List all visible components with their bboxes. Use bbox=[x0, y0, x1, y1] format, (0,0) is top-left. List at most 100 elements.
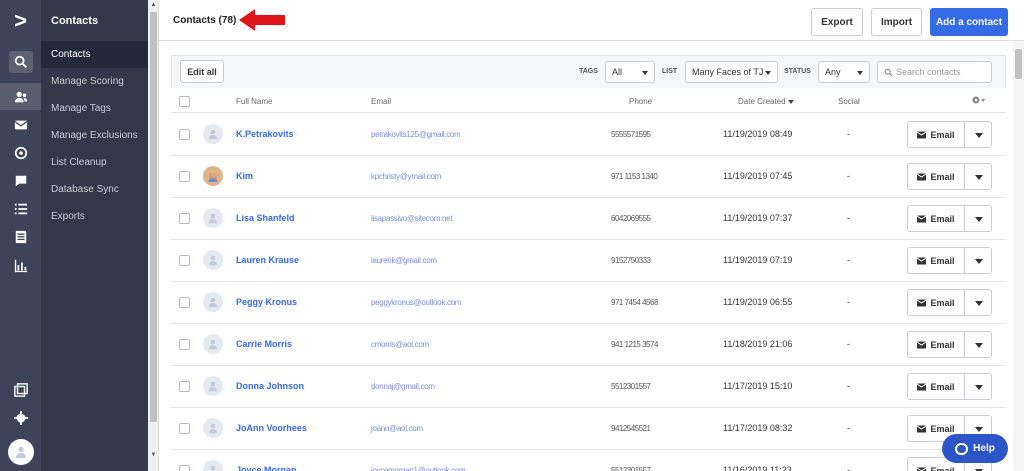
row-actions-dropdown[interactable] bbox=[964, 121, 992, 148]
row-checkbox[interactable] bbox=[179, 423, 190, 434]
copy-icon bbox=[13, 382, 28, 397]
scroll-down-icon[interactable]: ▼ bbox=[148, 450, 159, 460]
email-contact-button[interactable]: Email bbox=[907, 121, 965, 148]
chevron-down-icon bbox=[975, 175, 983, 180]
contact-date-created: 11/17/2019 15:10 bbox=[723, 381, 793, 391]
submenu-item-list-cleanup[interactable]: List Cleanup bbox=[41, 149, 148, 176]
apps-nav[interactable] bbox=[0, 376, 41, 403]
contact-name-link[interactable]: K.Petrakovits bbox=[236, 129, 294, 139]
scroll-up-icon[interactable]: ▲ bbox=[148, 0, 159, 10]
icon-rail: > bbox=[0, 0, 41, 471]
column-social[interactable]: Social bbox=[838, 97, 860, 106]
page-scrollbar-thumb[interactable] bbox=[1015, 49, 1022, 79]
contact-phone: 5512301557 bbox=[611, 466, 651, 471]
account-nav[interactable] bbox=[0, 437, 41, 467]
contact-name-link[interactable]: Joyce Morgan bbox=[236, 465, 297, 471]
contacts-icon bbox=[14, 91, 27, 102]
submenu-item-exports[interactable]: Exports bbox=[41, 203, 148, 230]
column-date-created[interactable]: Date Created bbox=[738, 97, 786, 106]
envelope-icon bbox=[917, 383, 927, 390]
contact-name-link[interactable]: Kim bbox=[236, 171, 253, 181]
contact-email: donnaj@gmail.com bbox=[371, 382, 435, 391]
contact-name-link[interactable]: Lisa Shanfeld bbox=[236, 213, 295, 223]
search-contacts-input[interactable]: Search contacts bbox=[877, 61, 992, 83]
contact-name-link[interactable]: Lauren Krause bbox=[236, 255, 299, 265]
help-button[interactable]: Help bbox=[942, 434, 1008, 463]
conversations-nav[interactable] bbox=[0, 167, 41, 194]
submenu-item-database-sync[interactable]: Database Sync bbox=[41, 176, 148, 203]
row-checkbox[interactable] bbox=[179, 171, 190, 182]
envelope-icon bbox=[917, 257, 927, 264]
column-phone[interactable]: Phone bbox=[629, 97, 652, 106]
settings-nav[interactable] bbox=[0, 404, 41, 431]
row-checkbox[interactable] bbox=[179, 339, 190, 350]
submenu-scrollbar[interactable]: ▲ ▼ bbox=[148, 0, 159, 471]
status-select[interactable]: Any bbox=[818, 61, 870, 83]
import-button[interactable]: Import bbox=[871, 8, 922, 36]
row-checkbox[interactable] bbox=[179, 213, 190, 224]
export-button[interactable]: Export bbox=[811, 8, 863, 36]
row-checkbox[interactable] bbox=[179, 297, 190, 308]
select-all-checkbox[interactable] bbox=[179, 96, 190, 107]
email-contact-button[interactable]: Email bbox=[907, 373, 965, 400]
lists-nav[interactable] bbox=[0, 195, 41, 222]
row-checkbox[interactable] bbox=[179, 129, 190, 140]
chevron-down-icon bbox=[975, 343, 983, 348]
row-checkbox[interactable] bbox=[179, 381, 190, 392]
contacts-nav[interactable] bbox=[0, 83, 41, 110]
row-actions-dropdown[interactable] bbox=[964, 289, 992, 316]
submenu-item-contacts[interactable]: Contacts bbox=[41, 41, 148, 68]
contact-name-link[interactable]: Carrie Morris bbox=[236, 339, 292, 349]
table-row[interactable]: JoAnn Voorhees joann@aol.com 9412545521 11/… bbox=[171, 408, 1006, 450]
edit-all-button[interactable]: Edit all bbox=[180, 60, 224, 83]
email-button-label: Email bbox=[930, 129, 955, 140]
row-checkbox[interactable] bbox=[179, 255, 190, 266]
email-contact-button[interactable]: Email bbox=[907, 163, 965, 190]
automations-nav[interactable] bbox=[0, 139, 41, 166]
forms-nav[interactable] bbox=[0, 223, 41, 250]
column-settings-gear-icon[interactable] bbox=[971, 95, 986, 105]
row-checkbox[interactable] bbox=[179, 465, 190, 471]
email-contact-button[interactable]: Email bbox=[907, 205, 965, 232]
chevron-down-icon bbox=[975, 217, 983, 222]
email-contact-button[interactable]: Email bbox=[907, 289, 965, 316]
search-nav[interactable] bbox=[0, 48, 41, 75]
row-actions-dropdown[interactable] bbox=[964, 373, 992, 400]
column-email[interactable]: Email bbox=[371, 97, 391, 106]
submenu-item-manage-tags[interactable]: Manage Tags bbox=[41, 95, 148, 122]
row-actions-dropdown[interactable] bbox=[964, 247, 992, 274]
contact-name-link[interactable]: Donna Johnson bbox=[236, 381, 304, 391]
table-row[interactable]: Joyce Morgan joycemorgan1@outlook.com 5512… bbox=[171, 450, 1006, 471]
contact-avatar bbox=[203, 334, 223, 354]
activecampaign-logo[interactable]: > bbox=[0, 0, 41, 41]
row-actions-dropdown[interactable] bbox=[964, 205, 992, 232]
scrollbar-thumb[interactable] bbox=[150, 12, 157, 422]
email-contact-button[interactable]: Email bbox=[907, 331, 965, 358]
table-row[interactable]: Donna Johnson donnaj@gmail.com 5512301557 1… bbox=[171, 366, 1006, 408]
table-row[interactable]: Carrie Morris cmorris@aol.com 941 1215 357… bbox=[171, 324, 1006, 366]
campaigns-nav[interactable] bbox=[0, 111, 41, 138]
reports-nav[interactable] bbox=[0, 252, 41, 279]
user-placeholder-icon bbox=[208, 297, 218, 308]
sort-desc-icon[interactable] bbox=[788, 100, 794, 104]
row-actions-dropdown[interactable] bbox=[964, 331, 992, 358]
tags-select[interactable]: All bbox=[605, 61, 655, 83]
table-row[interactable]: Peggy Kronus peggykronus@outlook.com 971 7… bbox=[171, 282, 1006, 324]
add-contact-button[interactable]: Add a contact bbox=[930, 8, 1008, 36]
table-row[interactable]: Kim kpchristy@ymail.com 971 1153 1340 11/19… bbox=[171, 156, 1006, 198]
contact-name-link[interactable]: JoAnn Voorhees bbox=[236, 423, 307, 433]
submenu-item-manage-exclusions[interactable]: Manage Exclusions bbox=[41, 122, 148, 149]
submenu-item-manage-scoring[interactable]: Manage Scoring bbox=[41, 68, 148, 95]
column-full-name[interactable]: Full Name bbox=[236, 97, 272, 106]
table-row[interactable]: Lisa Shanfeld lisapassivo@sitecom.net 6042… bbox=[171, 198, 1006, 240]
email-contact-button[interactable]: Email bbox=[907, 247, 965, 274]
table-row[interactable]: Lauren Krause laurenk@gmail.com 9152750333… bbox=[171, 240, 1006, 282]
contact-date-created: 11/19/2019 06:55 bbox=[723, 297, 793, 307]
table-row[interactable]: K.Petrakovits petrakovits125@gmail.com 555… bbox=[171, 114, 1006, 156]
row-actions-dropdown[interactable] bbox=[964, 163, 992, 190]
user-placeholder-icon bbox=[208, 381, 218, 392]
chevron-down-icon bbox=[975, 133, 983, 138]
contact-name-link[interactable]: Peggy Kronus bbox=[236, 297, 297, 307]
list-select[interactable]: Many Faces of TJ bbox=[685, 61, 778, 83]
page-scrollbar[interactable] bbox=[1013, 41, 1024, 471]
